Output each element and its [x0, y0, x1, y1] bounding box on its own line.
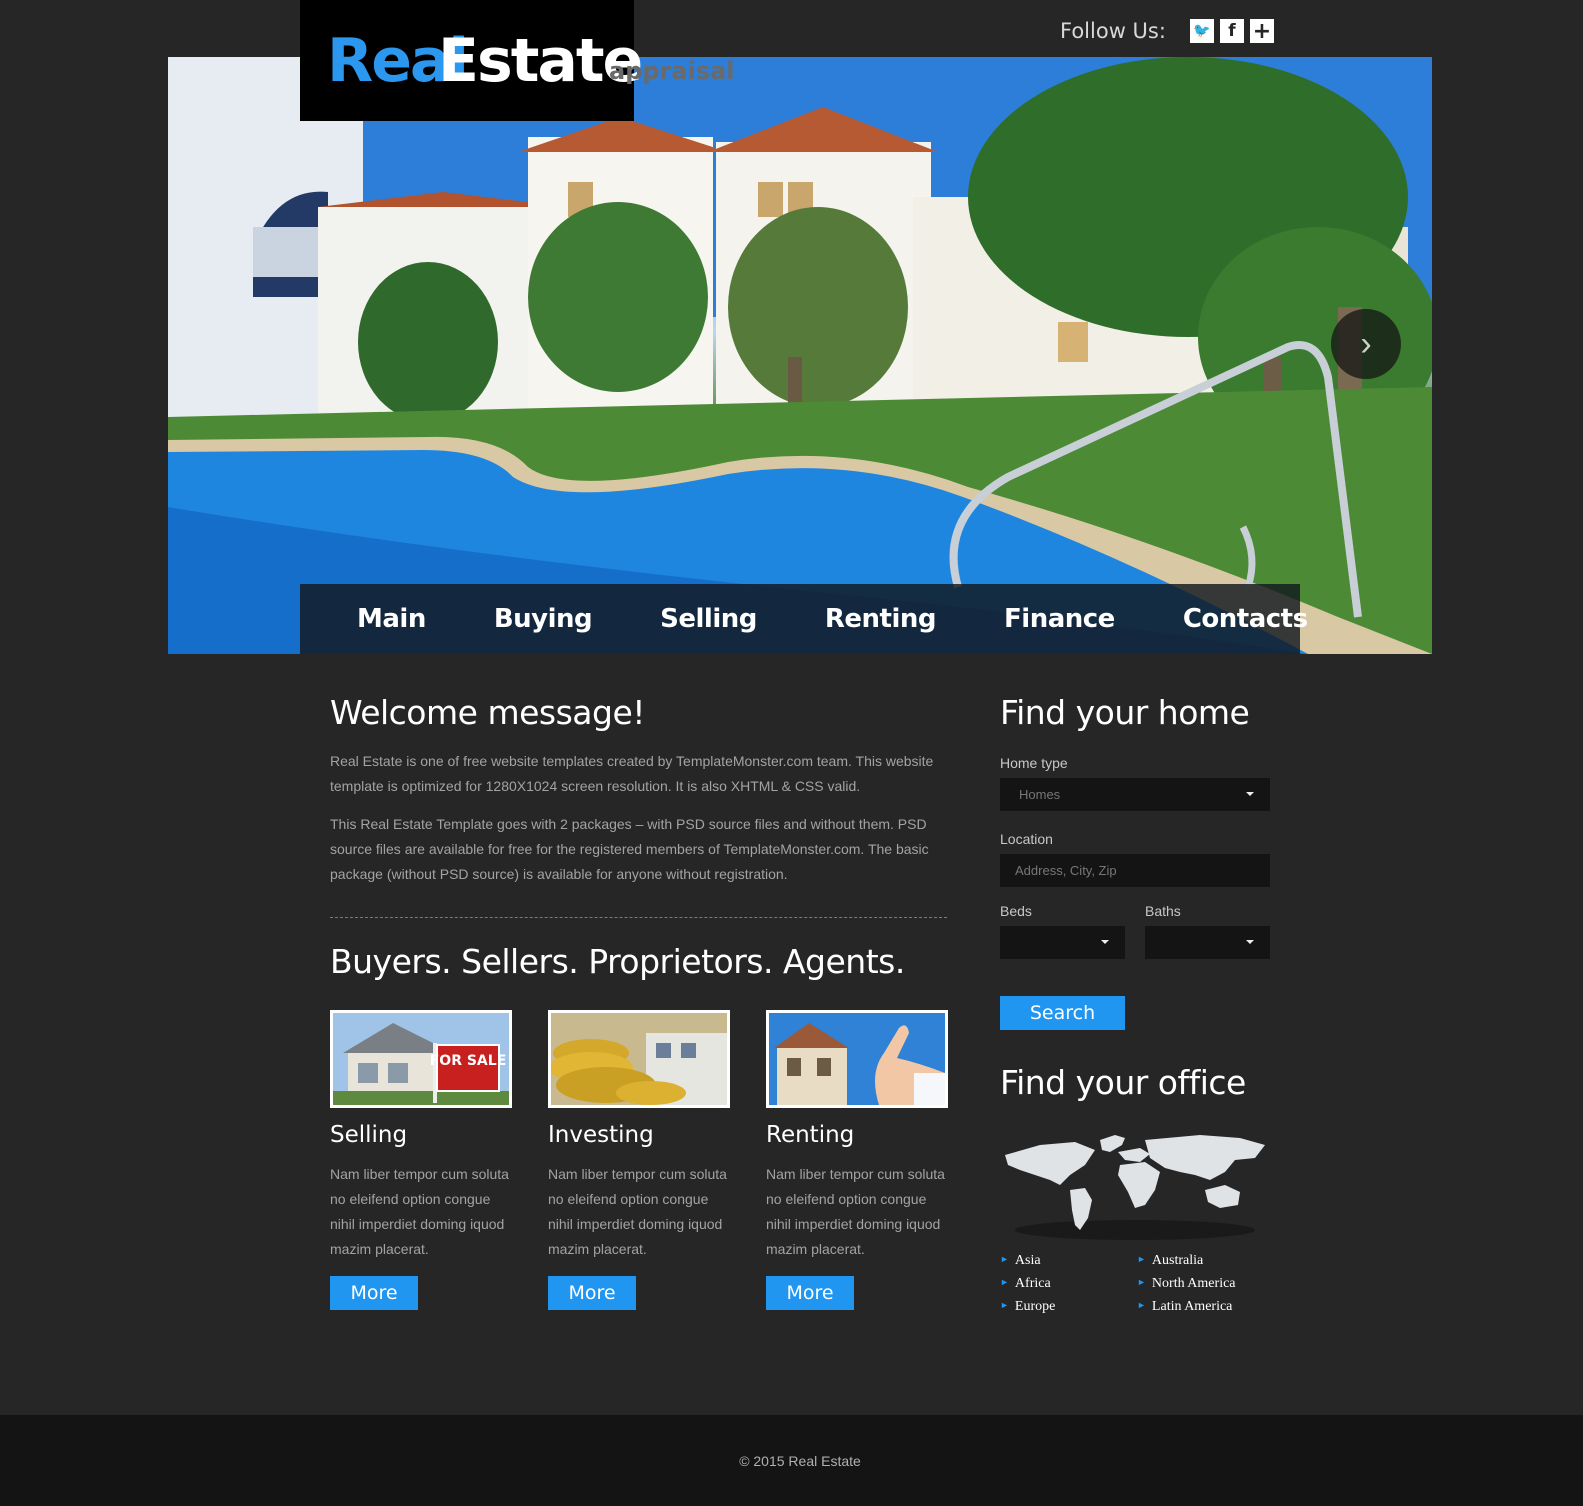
- nav-item-finance[interactable]: Finance: [1004, 604, 1115, 634]
- card-renting-text: Nam liber tempor cum soluta no eleifend …: [766, 1166, 945, 1257]
- home-type-label: Home type: [1000, 755, 1068, 771]
- baths-label: Baths: [1145, 903, 1181, 919]
- bullet-icon: ►: [1000, 1300, 1009, 1310]
- beds-label: Beds: [1000, 903, 1032, 919]
- region-latin-america[interactable]: ► Latin America: [1137, 1299, 1232, 1315]
- location-placeholder: Address, City, Zip: [1015, 863, 1117, 878]
- card-renting: Renting Nam liber tempor cum soluta no e…: [766, 1010, 948, 1262]
- bullet-icon: ►: [1000, 1277, 1009, 1287]
- facebook-icon[interactable]: f: [1219, 19, 1244, 43]
- investing-more-button[interactable]: More: [548, 1276, 636, 1310]
- region-europe[interactable]: ► Europe: [1000, 1299, 1055, 1315]
- card-renting-title: Renting: [766, 1122, 855, 1148]
- divider: [330, 917, 947, 918]
- search-button[interactable]: Search: [1000, 996, 1125, 1030]
- nav-item-contacts[interactable]: Contacts: [1183, 604, 1308, 634]
- bullet-icon: ►: [1137, 1254, 1146, 1264]
- card-selling-text: Nam liber tempor cum soluta no eleifend …: [330, 1166, 509, 1257]
- card-selling: FOR SALE Selling Nam liber tempor cum so…: [330, 1010, 512, 1262]
- selling-more-button[interactable]: More: [330, 1276, 418, 1310]
- card-investing-title: Investing: [548, 1122, 654, 1148]
- hero-slider: [168, 57, 1432, 654]
- bullet-icon: ►: [1137, 1300, 1146, 1310]
- nav-item-selling[interactable]: Selling: [660, 604, 757, 634]
- follow-us-label: Follow Us:: [1060, 19, 1166, 43]
- home-type-select[interactable]: Homes: [1000, 778, 1270, 811]
- follow-us: Follow Us: 🐦 f +: [1060, 19, 1280, 44]
- region-north-america[interactable]: ► North America: [1137, 1276, 1236, 1292]
- find-office-title: Find your office: [1000, 1063, 1246, 1102]
- welcome-paragraph-2: This Real Estate Template goes with 2 pa…: [330, 816, 929, 882]
- bullet-icon: ►: [1137, 1277, 1146, 1287]
- region-africa[interactable]: ► Africa: [1000, 1276, 1051, 1292]
- welcome-paragraph-1: Real Estate is one of free website templ…: [330, 753, 934, 794]
- footer: © 2015 Real Estate: [0, 1415, 1583, 1506]
- location-label: Location: [1000, 831, 1053, 847]
- beds-select[interactable]: [1000, 926, 1125, 959]
- caret-down-icon: [1101, 940, 1109, 944]
- card-investing-text: Nam liber tempor cum soluta no eleifend …: [548, 1166, 727, 1257]
- chevron-right-icon: ›: [1360, 324, 1372, 363]
- main-nav: Main Buying Selling Renting Finance Cont…: [300, 584, 1308, 654]
- caret-down-icon: [1246, 940, 1254, 944]
- twitter-icon[interactable]: 🐦: [1189, 19, 1214, 43]
- region-asia[interactable]: ► Asia: [1000, 1253, 1041, 1269]
- location-input[interactable]: Address, City, Zip: [1000, 854, 1270, 887]
- renting-more-button[interactable]: More: [766, 1276, 854, 1310]
- logo-tagline: appraisal: [609, 57, 735, 85]
- baths-select[interactable]: [1145, 926, 1270, 959]
- bullet-icon: ►: [1000, 1254, 1009, 1264]
- world-map[interactable]: [1000, 1130, 1270, 1240]
- copyright-text: © 2015 Real Estate: [739, 1453, 861, 1469]
- svg-text:FOR SALE: FOR SALE: [430, 1053, 507, 1069]
- card-investing: Investing Nam liber tempor cum soluta no…: [548, 1010, 730, 1262]
- region-australia[interactable]: ► Australia: [1137, 1253, 1203, 1269]
- site-logo[interactable]: Real Estate: [300, 0, 643, 121]
- google-plus-icon[interactable]: +: [1249, 19, 1274, 44]
- buyers-title: Buyers. Sellers. Proprietors. Agents.: [330, 942, 905, 981]
- card-selling-image[interactable]: FOR SALE: [330, 1010, 512, 1108]
- hero-image: [168, 57, 1432, 654]
- find-home-title: Find your home: [1000, 693, 1250, 732]
- nav-item-renting[interactable]: Renting: [825, 604, 937, 634]
- card-renting-image[interactable]: [766, 1010, 948, 1108]
- slider-next-button[interactable]: ›: [1331, 309, 1401, 379]
- home-type-value: Homes: [1019, 787, 1061, 802]
- card-selling-title: Selling: [330, 1122, 408, 1148]
- nav-item-buying[interactable]: Buying: [494, 604, 593, 634]
- welcome-title: Welcome message!: [330, 693, 645, 732]
- nav-item-main[interactable]: Main: [357, 604, 426, 634]
- card-investing-image[interactable]: [548, 1010, 730, 1108]
- caret-down-icon: [1246, 792, 1254, 796]
